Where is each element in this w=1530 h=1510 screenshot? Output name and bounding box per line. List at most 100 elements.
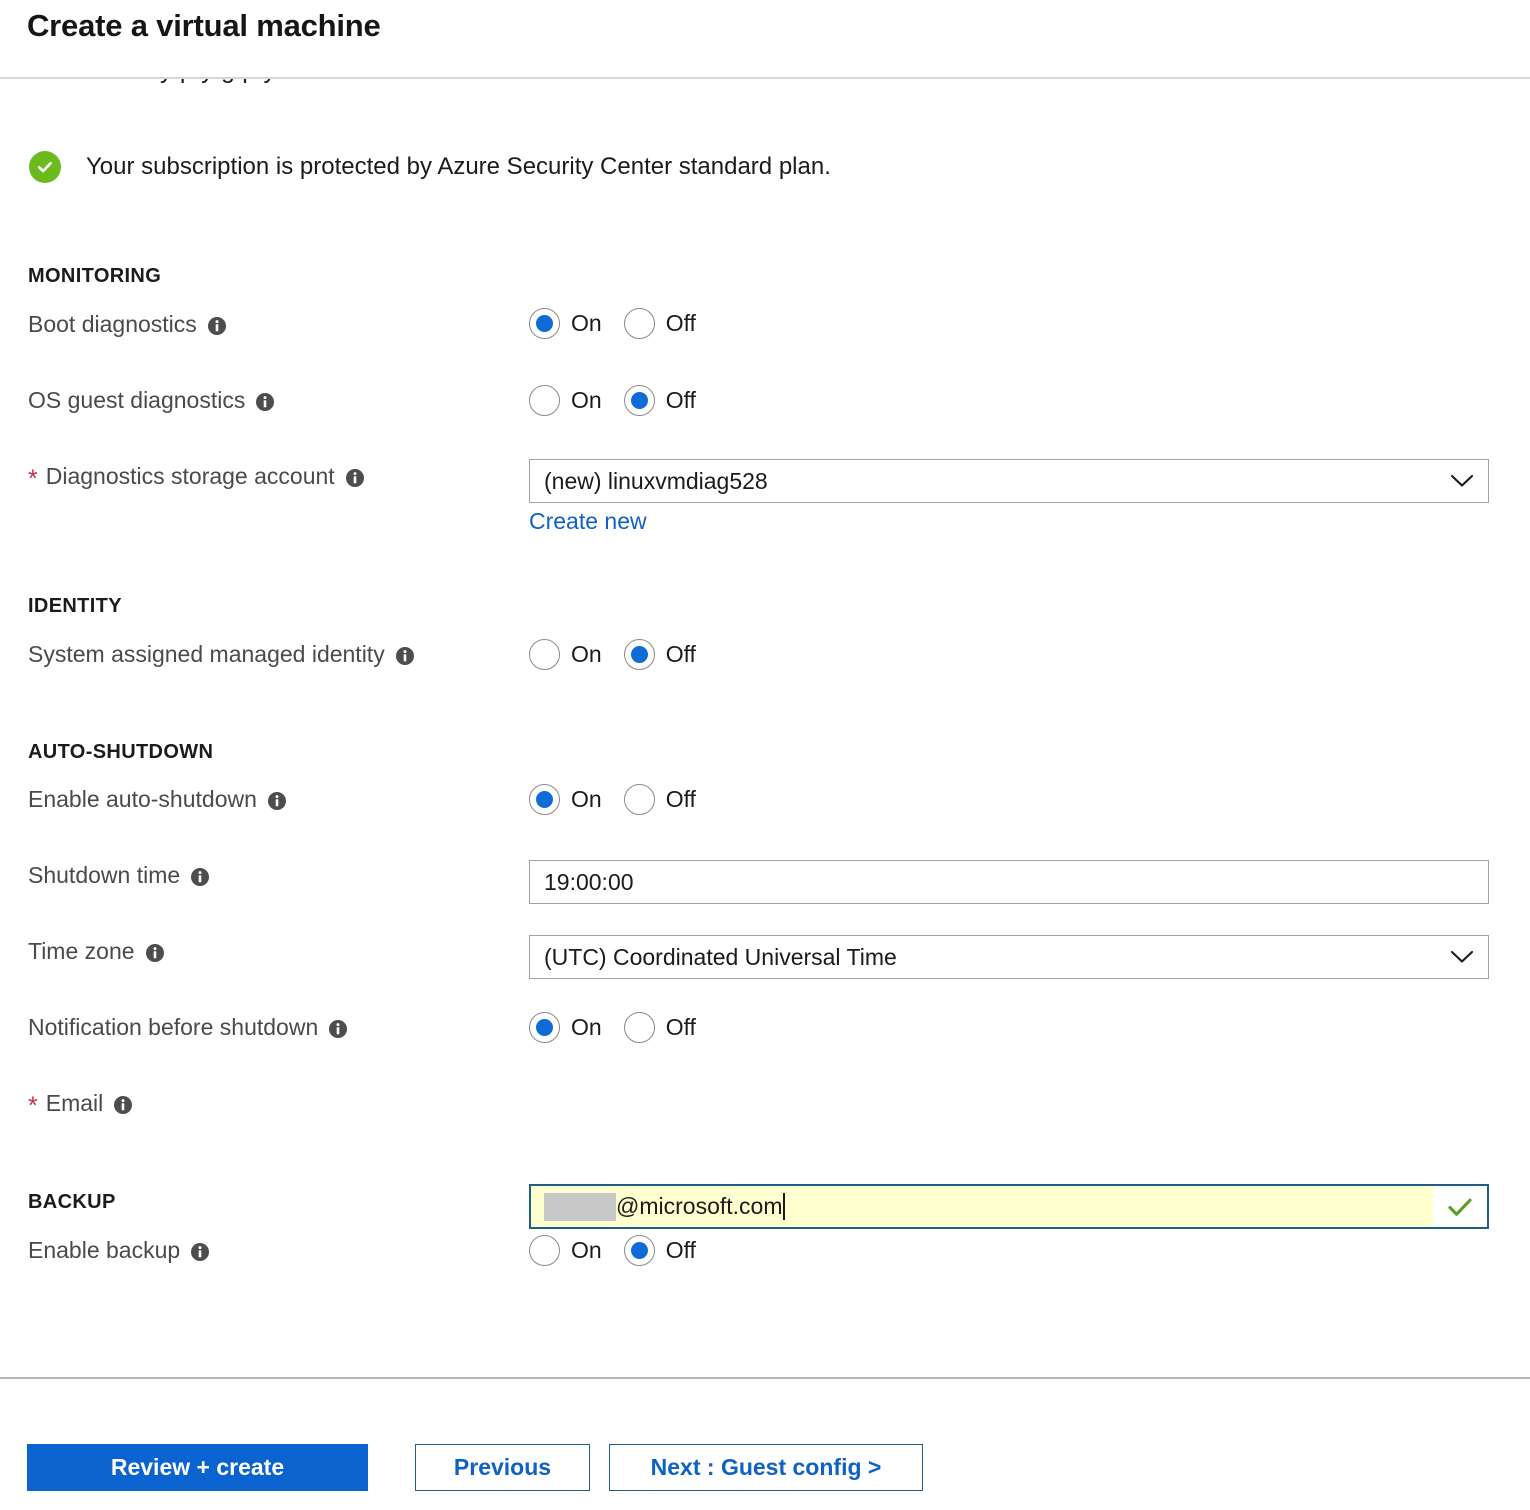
radio-label: On [571, 786, 602, 812]
radio-group-system-assigned-managed-identity[interactable]: On Off [529, 639, 718, 670]
link-create-new-storage-account[interactable]: Create new [529, 508, 647, 535]
page-header: Create a virtual machine [0, 0, 1530, 79]
radio-group-notification-before-shutdown[interactable]: On Off [529, 1012, 718, 1043]
label-shutdown-time-text: Shutdown time [28, 862, 181, 888]
radio-group-enable-backup[interactable]: On Off [529, 1235, 718, 1266]
select-time-zone[interactable]: (UTC) Coordinated Universal Time [529, 935, 1489, 979]
radio-label: On [571, 1014, 602, 1040]
radio-dot [623, 784, 655, 815]
section-heading-backup: BACKUP [28, 1191, 116, 1213]
radio-enable-backup-off[interactable]: Off [623, 1235, 696, 1266]
label-os-guest-diagnostics: OS guest diagnostics [28, 387, 275, 414]
footer-divider [0, 1377, 1530, 1379]
label-enable-auto-shutdown: Enable auto-shutdown [28, 786, 287, 813]
radio-group-boot-diagnostics[interactable]: On Off [529, 308, 718, 339]
radio-dot [529, 784, 560, 815]
radio-dot [529, 308, 560, 339]
email-value: @microsoft.com [616, 1193, 783, 1219]
radio-system-assigned-managed-identity-off[interactable]: Off [623, 639, 696, 670]
radio-label: On [571, 310, 602, 336]
info-icon[interactable] [328, 1019, 348, 1039]
shutdown-time-value: 19:00:00 [544, 868, 634, 895]
select-diagnostics-storage-account[interactable]: (new) linuxvmdiag528 [529, 459, 1489, 503]
radio-label: Off [665, 641, 696, 667]
label-boot-diagnostics-text: Boot diagnostics [28, 311, 197, 337]
radio-label: On [571, 387, 602, 413]
radio-group-os-guest-diagnostics[interactable]: On Off [529, 385, 718, 416]
time-zone-value: (UTC) Coordinated Universal Time [544, 943, 897, 970]
label-time-zone: Time zone [28, 938, 165, 965]
required-asterisk: * [28, 465, 38, 493]
radio-system-assigned-managed-identity-on[interactable]: On [529, 639, 602, 670]
radio-notification-before-shutdown-off[interactable]: Off [623, 1012, 696, 1043]
label-enable-backup: Enable backup [28, 1237, 210, 1264]
info-icon[interactable] [395, 646, 415, 666]
radio-enable-auto-shutdown-on[interactable]: On [529, 784, 602, 815]
info-icon[interactable] [190, 867, 210, 887]
radio-dot [529, 1012, 560, 1043]
section-heading-monitoring: MONITORING [28, 265, 162, 287]
label-diagnostics-storage-account: * Diagnostics storage account [28, 463, 365, 493]
radio-label: Off [665, 310, 696, 336]
label-email: * Email [28, 1090, 133, 1119]
radio-boot-diagnostics-on[interactable]: On [529, 308, 602, 339]
next-guest-config-button[interactable]: Next : Guest config > [609, 1444, 923, 1491]
radio-dot [529, 1235, 560, 1266]
label-os-guest-diagnostics-text: OS guest diagnostics [28, 387, 246, 413]
clipped-description-text: y p y g p y [160, 79, 276, 85]
green-check-icon [1433, 1186, 1487, 1227]
form-scroll-area[interactable]: Your subscription is protected by Azure … [0, 95, 1530, 1377]
diagnostics-storage-account-value: (new) linuxvmdiag528 [544, 467, 768, 494]
radio-enable-backup-on[interactable]: On [529, 1235, 602, 1266]
radio-label: Off [665, 387, 696, 413]
radio-label: On [571, 641, 602, 667]
label-enable-auto-shutdown-text: Enable auto-shutdown [28, 786, 257, 812]
redaction-block [544, 1192, 616, 1221]
text-caret [783, 1193, 786, 1220]
label-time-zone-text: Time zone [28, 938, 135, 964]
radio-label: Off [665, 1237, 696, 1263]
label-shutdown-time: Shutdown time [28, 862, 210, 889]
radio-boot-diagnostics-off[interactable]: Off [623, 308, 696, 339]
info-icon[interactable] [145, 943, 165, 963]
label-email-text: Email [45, 1090, 104, 1116]
radio-dot [529, 639, 560, 670]
radio-dot [623, 639, 655, 670]
radio-notification-before-shutdown-on[interactable]: On [529, 1012, 602, 1043]
info-icon[interactable] [345, 468, 365, 488]
radio-os-guest-diagnostics-off[interactable]: Off [623, 385, 696, 416]
section-heading-identity: IDENTITY [28, 595, 122, 617]
radio-os-guest-diagnostics-on[interactable]: On [529, 385, 602, 416]
input-email[interactable]: @microsoft.com [529, 1184, 1489, 1229]
info-icon[interactable] [207, 316, 227, 336]
label-notification-before-shutdown: Notification before shutdown [28, 1014, 348, 1041]
radio-group-enable-auto-shutdown[interactable]: On Off [529, 784, 718, 815]
check-circle-icon [29, 151, 61, 183]
info-icon[interactable] [113, 1095, 133, 1115]
radio-dot [623, 1012, 655, 1043]
chevron-down-icon[interactable] [1450, 950, 1474, 964]
label-notification-before-shutdown-text: Notification before shutdown [28, 1014, 319, 1040]
radio-dot [623, 1235, 655, 1266]
radio-enable-auto-shutdown-off[interactable]: Off [623, 784, 696, 815]
radio-label: On [571, 1237, 602, 1263]
security-center-banner: Your subscription is protected by Azure … [29, 151, 831, 183]
previous-button[interactable]: Previous [415, 1444, 590, 1491]
radio-dot [529, 385, 560, 416]
radio-label: Off [665, 786, 696, 812]
section-heading-auto-shutdown: AUTO-SHUTDOWN [28, 741, 214, 763]
radio-dot [623, 385, 655, 416]
footer-bar: Review + create Previous Next : Guest co… [0, 1377, 1530, 1510]
info-icon[interactable] [255, 392, 275, 412]
page-title: Create a virtual machine [27, 8, 381, 43]
input-shutdown-time[interactable]: 19:00:00 [529, 860, 1489, 904]
label-system-assigned-managed-identity: System assigned managed identity [28, 641, 415, 668]
label-diagnostics-storage-account-text: Diagnostics storage account [45, 463, 335, 489]
clipped-text-strip: y p y g p y [0, 79, 1530, 95]
review-create-button[interactable]: Review + create [27, 1444, 368, 1491]
banner-message: Your subscription is protected by Azure … [86, 153, 831, 180]
label-enable-backup-text: Enable backup [28, 1237, 181, 1263]
info-icon[interactable] [190, 1242, 210, 1262]
chevron-down-icon[interactable] [1450, 474, 1474, 488]
info-icon[interactable] [267, 791, 287, 811]
